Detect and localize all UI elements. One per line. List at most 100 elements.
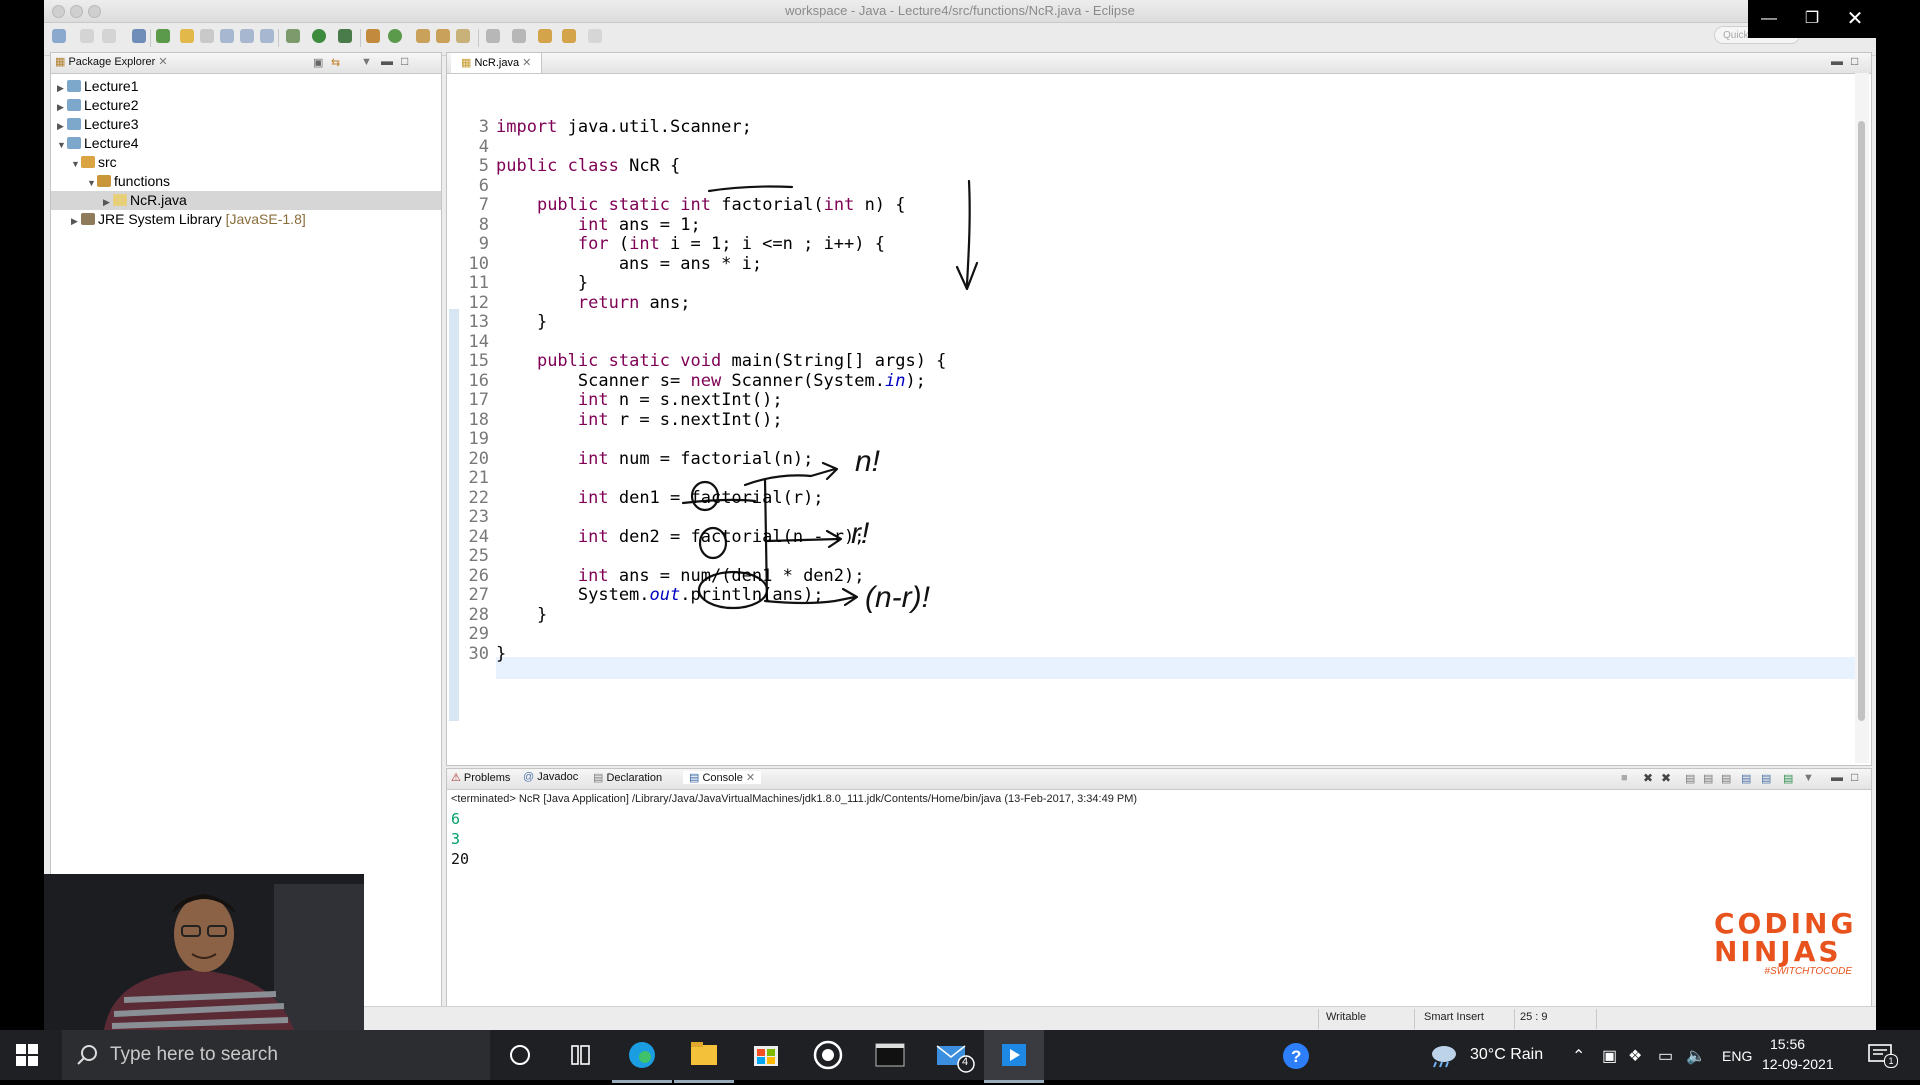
terminal-icon[interactable] — [860, 1030, 920, 1080]
app-circle-icon[interactable] — [798, 1030, 858, 1080]
tree-item-lecture3[interactable]: ▶ Lecture3 — [57, 115, 138, 134]
restore-button[interactable]: ❐ — [1791, 0, 1833, 38]
code-line[interactable]: int r = s.nextInt(); — [496, 408, 783, 432]
tree-item-lecture1[interactable]: ▶ Lecture1 — [57, 77, 138, 96]
forward-icon[interactable] — [588, 29, 602, 43]
remove-launch-icon[interactable]: ✖ — [1643, 771, 1653, 785]
vertical-scrollbar[interactable] — [1855, 73, 1869, 763]
code-line[interactable]: int den1 = factorial(r); — [496, 486, 824, 510]
view-menu-icon[interactable]: ▼ — [1803, 772, 1814, 784]
close-button[interactable]: ✕ — [1834, 0, 1876, 38]
minimize-view-icon[interactable]: ▬ — [1831, 770, 1843, 784]
block-selection-icon[interactable] — [220, 29, 234, 43]
clock-time[interactable]: 15:56 — [1770, 1036, 1805, 1052]
tree-item-ncr-java[interactable]: ▶ NcR.java — [103, 191, 187, 210]
tree-item-src[interactable]: ▼ src — [71, 153, 117, 172]
tree-item-functions[interactable]: ▼ functions — [87, 172, 170, 191]
tab-problems[interactable]: ⚠ Problems — [451, 771, 510, 784]
tree-item-lecture2[interactable]: ▶ Lecture2 — [57, 96, 138, 115]
code-line[interactable]: int num = factorial(n); — [496, 447, 813, 471]
edge-browser-icon[interactable] — [612, 1030, 672, 1083]
run-icon[interactable] — [312, 29, 326, 43]
coverage-icon[interactable] — [338, 29, 352, 43]
new-icon[interactable] — [52, 29, 66, 43]
task-view-icon[interactable] — [550, 1030, 610, 1080]
collapse-arrow-icon[interactable]: ▼ — [57, 136, 67, 155]
minimize-button[interactable]: — — [1748, 0, 1790, 38]
file-explorer-icon[interactable] — [674, 1030, 734, 1083]
code-editor[interactable]: ▦ NcR.java ✕ ▬ □ n! r! (n-r)! 3 import j… — [446, 52, 1872, 766]
open-console-icon[interactable]: ▤ — [1783, 772, 1793, 785]
scrollbar-thumb[interactable] — [1858, 121, 1865, 721]
code-line[interactable]: public class NcR { — [496, 154, 680, 178]
code-line[interactable]: } — [496, 310, 547, 334]
maximize-view-icon[interactable]: □ — [1851, 54, 1858, 68]
search-icon[interactable] — [456, 29, 470, 43]
taskbar-search-box[interactable]: Type here to search — [62, 1030, 490, 1080]
open-type-icon[interactable] — [416, 29, 430, 43]
maximize-view-icon[interactable]: □ — [401, 54, 408, 68]
notification-count: 1 — [1884, 1054, 1898, 1068]
weather-text[interactable]: 30°C Rain — [1470, 1046, 1543, 1064]
tab-declaration[interactable]: ▤ Declaration — [593, 771, 662, 784]
volume-icon[interactable]: 🔈 — [1686, 1046, 1706, 1066]
last-edit-icon[interactable] — [562, 29, 576, 43]
tree-item-lecture4[interactable]: ▼ Lecture4 — [57, 134, 138, 153]
device-icon[interactable]: ▣ — [1602, 1046, 1617, 1066]
clock-date[interactable]: 12-09-2021 — [1762, 1056, 1834, 1072]
pin-console-icon[interactable]: ▤ — [1741, 772, 1751, 785]
new-java-package-icon[interactable] — [366, 29, 380, 43]
save-all-icon[interactable] — [102, 29, 116, 43]
svg-text:?: ? — [1291, 1047, 1301, 1066]
scroll-lock-icon[interactable]: ▤ — [1685, 772, 1695, 785]
next-annotation-icon[interactable] — [486, 29, 500, 43]
language-indicator[interactable]: ENG — [1722, 1048, 1752, 1064]
show-whitespace-icon[interactable] — [240, 29, 254, 43]
notification-icon[interactable]: 1 — [1868, 1044, 1898, 1071]
code-line[interactable]: } — [496, 642, 506, 666]
mark-occurrences-icon[interactable] — [180, 29, 194, 43]
battery-icon[interactable]: ▭ — [1658, 1046, 1673, 1066]
word-wrap-icon[interactable] — [260, 29, 274, 43]
close-tab-icon[interactable]: ✕ — [158, 56, 167, 68]
show-hidden-icons-icon[interactable]: ⌃ — [1572, 1046, 1585, 1066]
previous-annotation-icon[interactable] — [512, 29, 526, 43]
display-console-icon[interactable]: ▤ — [1761, 772, 1771, 785]
new-java-class-icon[interactable] — [388, 29, 402, 43]
tab-javadoc[interactable]: @ Javadoc — [523, 771, 578, 783]
minimize-view-icon[interactable]: ▬ — [381, 54, 393, 68]
cortana-icon[interactable] — [490, 1030, 550, 1080]
dropbox-icon[interactable]: ❖ — [1628, 1046, 1642, 1066]
close-tab-icon[interactable]: ✕ — [743, 772, 755, 784]
collapse-arrow-icon[interactable]: ▼ — [71, 155, 81, 174]
skip-breakpoints-icon[interactable] — [132, 29, 146, 43]
maximize-view-icon[interactable]: □ — [1851, 770, 1858, 784]
help-icon[interactable]: ? — [1282, 1042, 1310, 1075]
open-task-icon[interactable] — [436, 29, 450, 43]
tab-package-explorer[interactable]: ▦ Package Explorer ✕ — [55, 55, 168, 68]
windows-start-icon[interactable] — [16, 1044, 38, 1066]
remove-all-icon[interactable]: ✖ — [1661, 771, 1671, 785]
debug-run-icon[interactable] — [286, 29, 300, 43]
collapse-arrow-icon[interactable]: ▼ — [87, 174, 97, 193]
toggle-icon[interactable] — [200, 29, 214, 43]
terminate-icon[interactable]: ■ — [1621, 772, 1628, 784]
tab-console[interactable]: ▤ Console ✕ — [683, 771, 762, 784]
expand-arrow-icon[interactable]: ▶ — [71, 212, 81, 231]
view-menu-icon[interactable]: ▼ — [361, 56, 372, 68]
save-icon[interactable] — [80, 29, 94, 43]
tree-item-jre-library[interactable]: ▶ JRE System Library [JavaSE-1.8] — [71, 210, 306, 229]
code-line[interactable]: import java.util.Scanner; — [496, 115, 752, 139]
show-on-output-icon[interactable]: ▤ — [1721, 772, 1731, 785]
collapse-all-icon[interactable]: ▣ — [313, 56, 323, 69]
debug-icon[interactable] — [156, 29, 170, 43]
media-player-icon[interactable] — [984, 1030, 1044, 1083]
library-icon — [81, 213, 95, 225]
word-wrap-console-icon[interactable]: ▤ — [1703, 772, 1713, 785]
microsoft-store-icon[interactable] — [736, 1030, 796, 1080]
mail-icon[interactable]: 4 — [922, 1030, 982, 1080]
code-line[interactable]: } — [496, 603, 547, 627]
link-editor-icon[interactable]: ⇆ — [331, 56, 340, 69]
code-line[interactable]: int den2 = factorial(n - r); — [496, 525, 865, 549]
back-icon[interactable] — [538, 29, 552, 43]
